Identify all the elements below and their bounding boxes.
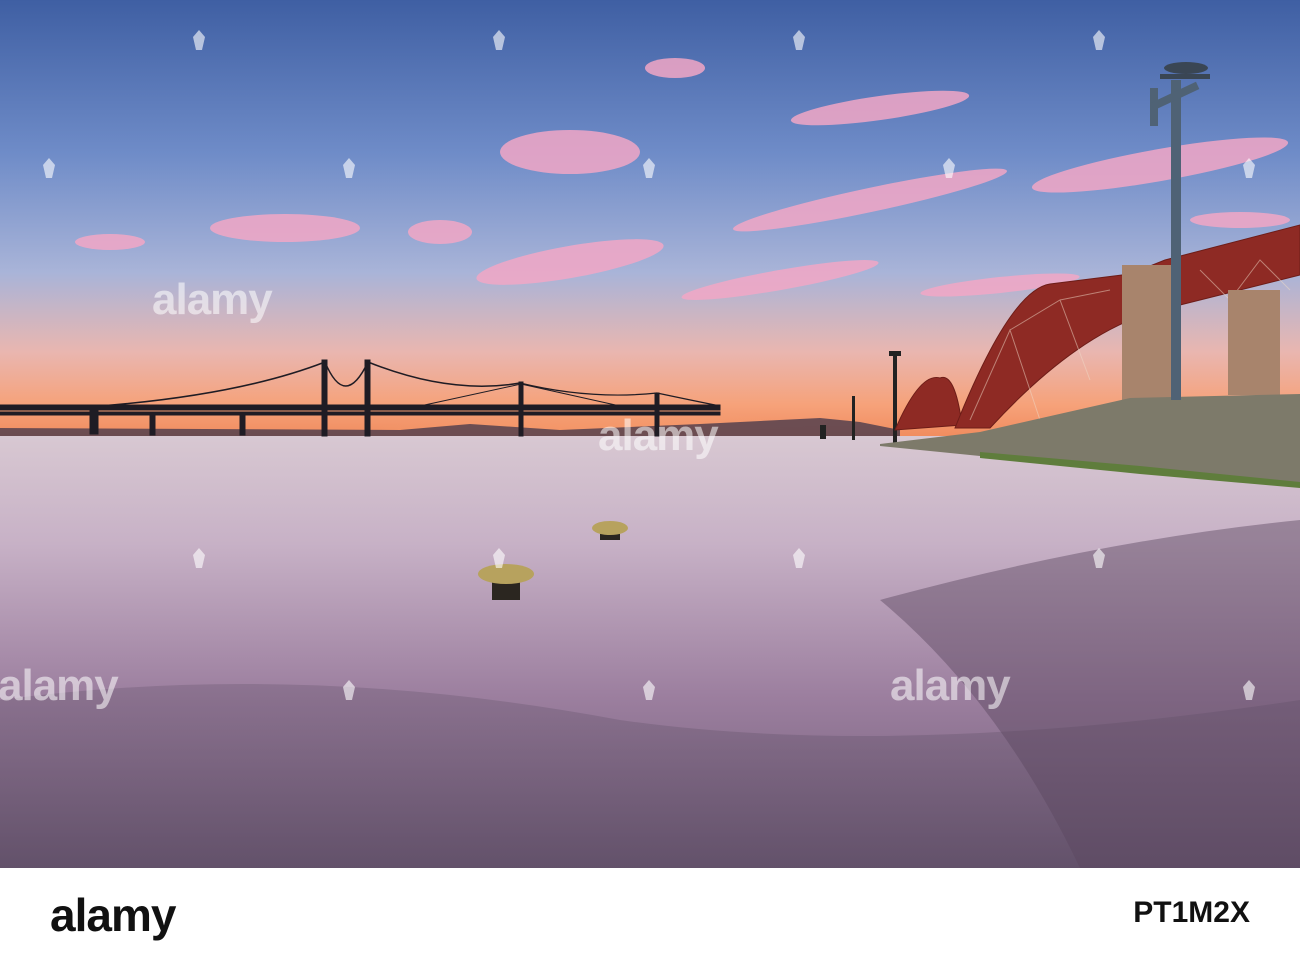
watermark-icon xyxy=(493,548,505,568)
watermark-icon xyxy=(793,548,805,568)
watermark-icon xyxy=(343,158,355,178)
watermark-icon xyxy=(1093,30,1105,50)
watermark-icon xyxy=(643,680,655,700)
alamy-logo: alamy xyxy=(50,889,176,941)
watermark-icon xyxy=(1243,680,1255,700)
watermark-icon xyxy=(1093,548,1105,568)
image-id: PT1M2X xyxy=(1133,896,1250,929)
watermark-text: alamy xyxy=(152,275,273,324)
watermark-icon xyxy=(43,158,55,178)
watermark-icon xyxy=(343,680,355,700)
watermark-icon xyxy=(793,30,805,50)
watermark-icon xyxy=(193,548,205,568)
watermark-icon xyxy=(193,30,205,50)
watermark-icon xyxy=(943,158,955,178)
watermark-text: alamy xyxy=(890,661,1011,710)
watermark-icon xyxy=(643,158,655,178)
watermark-text: alamy xyxy=(598,411,719,460)
watermark-icon xyxy=(493,30,505,50)
watermark-icon xyxy=(1243,158,1255,178)
watermark-text: alamy xyxy=(0,661,119,710)
footer-bar: alamy PT1M2X xyxy=(0,868,1300,956)
